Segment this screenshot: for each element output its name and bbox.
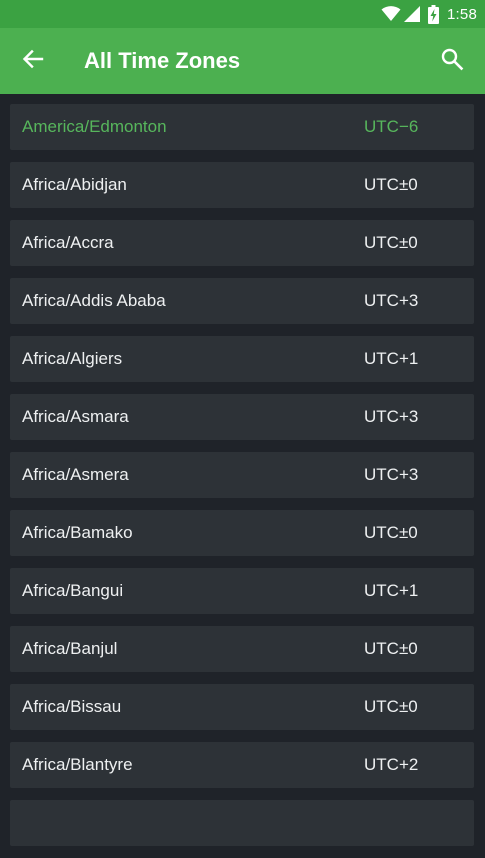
zone-offset: UTC+1 [364,349,419,368]
list-item[interactable]: Africa/Asmera UTC+3 [10,452,474,498]
zone-name: Africa/Accra [22,233,114,252]
zone-name: Africa/Abidjan [22,175,127,194]
back-button[interactable] [12,40,54,82]
list-item[interactable]: Africa/Bamako UTC±0 [10,510,474,556]
search-icon [440,47,464,76]
list-item[interactable]: Africa/Blantyre UTC+2 [10,742,474,788]
zone-name: Africa/Addis Ababa [22,291,166,310]
zone-offset: UTC±0 [364,697,418,716]
list-item[interactable]: Africa/Abidjan UTC±0 [10,162,474,208]
zone-offset: UTC−6 [364,117,419,136]
zone-name: Africa/Algiers [22,349,123,368]
status-time: 1:58 [447,5,477,23]
status-bar: 1:58 [0,0,485,28]
list-item[interactable]: Africa/Addis Ababa UTC+3 [10,278,474,324]
timezone-list: America/Edmonton UTC−6 Africa/Abidjan UT… [10,104,474,858]
zone-offset: UTC+3 [364,291,419,310]
zone-offset: UTC+3 [364,465,419,484]
list-item[interactable]: Africa/Banjul UTC±0 [10,626,474,672]
zone-offset: UTC±0 [364,175,418,194]
zone-name: Africa/Bamako [22,523,133,542]
list-item[interactable]: Africa/Bangui UTC+1 [10,568,474,614]
zone-offset: UTC+2 [364,755,419,774]
zone-name: Africa/Asmera [22,465,129,484]
zone-name: Africa/Bissau [22,697,122,716]
list-item[interactable]: Africa/Asmara UTC+3 [10,394,474,440]
page-title: All Time Zones [84,48,241,73]
zone-offset: UTC±0 [364,233,418,252]
zone-offset: UTC+1 [364,581,419,600]
list-item-partial[interactable] [10,800,474,846]
app-bar: All Time Zones [0,28,485,94]
zone-name: Africa/Blantyre [22,755,133,774]
zone-offset: UTC±0 [364,639,418,658]
zone-name: America/Edmonton [22,117,167,136]
list-item[interactable]: Africa/Bissau UTC±0 [10,684,474,730]
zone-name: Africa/Asmara [22,407,129,426]
cell-signal-icon [404,6,420,22]
list-item[interactable]: Africa/Accra UTC±0 [10,220,474,266]
status-icons: 1:58 [381,4,477,24]
search-button[interactable] [431,40,473,82]
battery-charging-icon [428,4,439,24]
zone-offset: UTC±0 [364,523,418,542]
zone-name: Africa/Banjul [22,639,118,658]
arrow-back-icon [22,48,44,75]
zone-offset: UTC+3 [364,407,419,426]
list-item-selected[interactable]: America/Edmonton UTC−6 [10,104,474,150]
zone-name: Africa/Bangui [22,581,124,600]
wifi-icon [381,6,401,22]
list-item[interactable]: Africa/Algiers UTC+1 [10,336,474,382]
